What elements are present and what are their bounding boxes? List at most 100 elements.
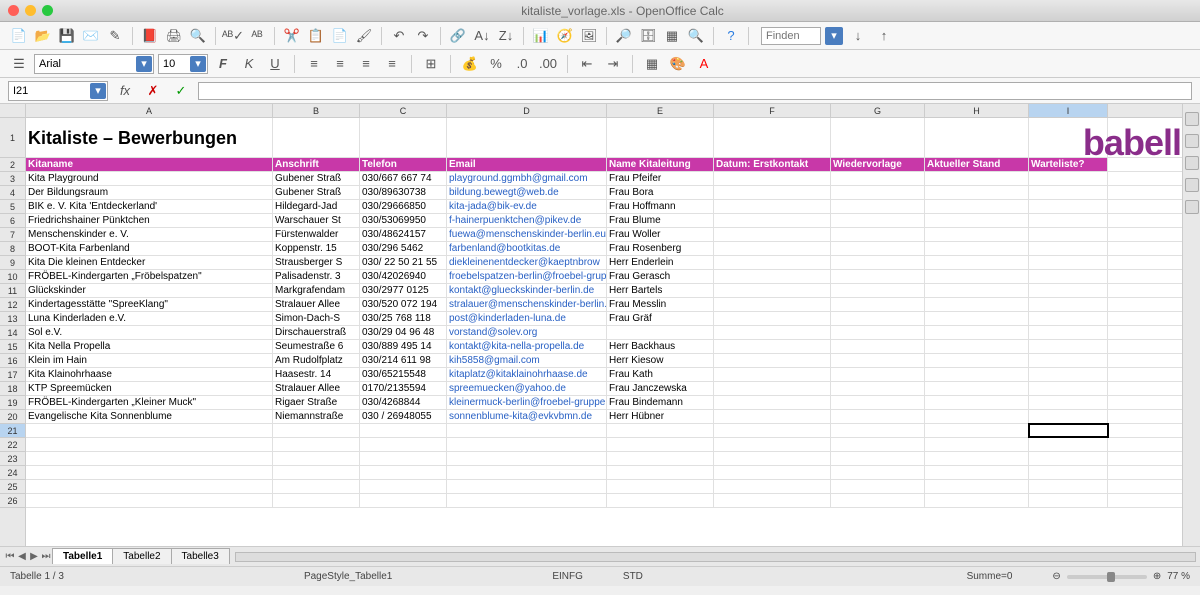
cell[interactable] <box>360 480 447 493</box>
cell[interactable]: stralauer@menschenskinder-berlin.eu <box>447 298 607 311</box>
cell[interactable]: kleinermuck-berlin@froebel-gruppe.d <box>447 396 607 409</box>
cell[interactable]: Gubener Straß <box>273 186 360 199</box>
cell[interactable] <box>1029 284 1108 297</box>
cell[interactable]: Datum: Erstkontakt <box>714 158 831 171</box>
cell[interactable] <box>1029 214 1108 227</box>
cell[interactable] <box>1029 242 1108 255</box>
cell[interactable] <box>831 284 925 297</box>
cell[interactable] <box>447 438 607 451</box>
cell[interactable]: kontakt@kita-nella-propella.de <box>447 340 607 353</box>
edit-icon[interactable]: ✎ <box>104 25 126 47</box>
cell[interactable]: 030/4268844 <box>360 396 447 409</box>
cell[interactable]: Aktueller Stand <box>925 158 1029 171</box>
cell[interactable]: 030/53069950 <box>360 214 447 227</box>
cell[interactable] <box>831 438 925 451</box>
row-header[interactable]: 13 <box>0 312 25 326</box>
help-icon[interactable]: ? <box>720 25 742 47</box>
cell[interactable] <box>714 214 831 227</box>
cell[interactable]: Frau Blume <box>607 214 714 227</box>
decimal-add-icon[interactable]: .0 <box>511 53 533 75</box>
cell[interactable]: 030/2977 0125 <box>360 284 447 297</box>
row-header[interactable]: 3 <box>0 172 25 186</box>
cell[interactable]: Menschenskinder e. V. <box>26 228 273 241</box>
cell[interactable] <box>831 186 925 199</box>
row-header[interactable]: 1 <box>0 118 25 158</box>
cell[interactable] <box>925 270 1029 283</box>
merge-cells-icon[interactable]: ⊞ <box>420 53 442 75</box>
row-header[interactable]: 18 <box>0 382 25 396</box>
cell[interactable] <box>925 494 1029 507</box>
cell-reference-box[interactable]: I21▾ <box>8 81 108 101</box>
maximize-window-button[interactable] <box>42 5 53 16</box>
email-icon[interactable]: ✉️ <box>80 25 102 47</box>
cell[interactable] <box>447 480 607 493</box>
row-header[interactable]: 21 <box>0 424 25 438</box>
cell[interactable] <box>925 424 1029 437</box>
datasources-icon[interactable]: 🗄 <box>637 25 659 47</box>
cell[interactable]: 030/29666850 <box>360 200 447 213</box>
cell[interactable] <box>607 438 714 451</box>
sheet-tab[interactable]: Tabelle1 <box>52 548 113 564</box>
cell[interactable] <box>273 452 360 465</box>
cell[interactable]: Frau Gerasch <box>607 270 714 283</box>
cell[interactable] <box>925 200 1029 213</box>
zoom-in-icon[interactable]: ⊕ <box>1153 571 1161 582</box>
cell[interactable] <box>831 214 925 227</box>
cell[interactable] <box>925 466 1029 479</box>
cell[interactable]: 030/89630738 <box>360 186 447 199</box>
cell[interactable]: 030/889 495 14 <box>360 340 447 353</box>
cell[interactable]: Name Kitaleitung <box>607 158 714 171</box>
cell[interactable] <box>714 118 831 157</box>
sidebar-gallery-icon[interactable] <box>1185 156 1199 170</box>
col-header-G[interactable]: G <box>831 104 925 117</box>
cell[interactable] <box>1029 438 1108 451</box>
cell[interactable]: Dirschauerstraß <box>273 326 360 339</box>
cell[interactable]: Palisadenstr. 3 <box>273 270 360 283</box>
cell[interactable]: f-hainerpuenktchen@pikev.de <box>447 214 607 227</box>
spellcheck-icon[interactable]: ᴬᴮ✓ <box>222 25 244 47</box>
cell[interactable]: Kita Die kleinen Entdecker <box>26 256 273 269</box>
cell[interactable] <box>1029 340 1108 353</box>
zoom-value[interactable]: 77 % <box>1167 571 1190 582</box>
cell[interactable] <box>925 340 1029 353</box>
cell[interactable] <box>714 396 831 409</box>
cell[interactable] <box>714 298 831 311</box>
cell[interactable] <box>925 284 1029 297</box>
cell[interactable]: Kindertagesstätte "SpreeKlang" <box>26 298 273 311</box>
save-icon[interactable]: 💾 <box>56 25 78 47</box>
cell[interactable]: 030/29 04 96 48 <box>360 326 447 339</box>
cell[interactable]: Fürstenwalder <box>273 228 360 241</box>
col-header-A[interactable]: A <box>26 104 273 117</box>
col-header-D[interactable]: D <box>447 104 607 117</box>
indent-more-icon[interactable]: ⇥ <box>602 53 624 75</box>
cell[interactable]: post@kinderladen-luna.de <box>447 312 607 325</box>
cell[interactable] <box>831 410 925 423</box>
find-prev-icon[interactable]: ↑ <box>873 25 895 47</box>
cell[interactable] <box>925 326 1029 339</box>
cell[interactable] <box>1029 256 1108 269</box>
cut-icon[interactable]: ✂️ <box>281 25 303 47</box>
cell[interactable] <box>26 494 273 507</box>
cell[interactable]: kih5858@gmail.com <box>447 354 607 367</box>
cell[interactable] <box>831 494 925 507</box>
cell[interactable] <box>831 298 925 311</box>
col-header-B[interactable]: B <box>273 104 360 117</box>
cell[interactable]: spreemuecken@yahoo.de <box>447 382 607 395</box>
cell[interactable]: 030/667 667 74 <box>360 172 447 185</box>
cell[interactable]: Frau Pfeifer <box>607 172 714 185</box>
cell[interactable] <box>1029 466 1108 479</box>
undo-icon[interactable]: ↶ <box>388 25 410 47</box>
cell[interactable]: Stralauer Allee <box>273 298 360 311</box>
cell[interactable]: Frau Gräf <box>607 312 714 325</box>
cell[interactable] <box>714 242 831 255</box>
paste-icon[interactable]: 📄 <box>329 25 351 47</box>
copy-icon[interactable]: 📋 <box>305 25 327 47</box>
cell[interactable] <box>273 494 360 507</box>
cell[interactable] <box>925 242 1029 255</box>
cell[interactable] <box>714 340 831 353</box>
cell[interactable]: kitaplatz@kitaklainohrhaase.de <box>447 368 607 381</box>
borders-icon[interactable]: ▦ <box>641 53 663 75</box>
cell[interactable] <box>1029 382 1108 395</box>
format-paint-icon[interactable]: 🖌 <box>353 25 375 47</box>
decimal-remove-icon[interactable]: .00 <box>537 53 559 75</box>
